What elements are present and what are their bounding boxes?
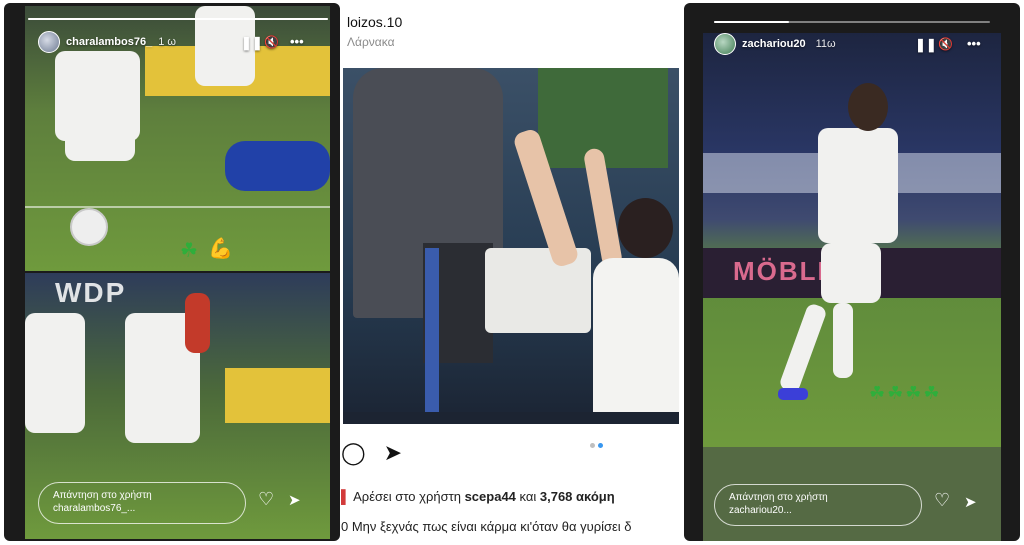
player-leg [833,303,853,378]
story-time: 1 ω [158,36,176,48]
story-progress-fill [714,21,789,23]
comment-icon[interactable]: ◯ [341,442,366,464]
player-white-shorts [65,121,135,161]
mute-icon[interactable]: 🔇 [264,35,279,49]
heart-icon[interactable]: ♡ [258,490,274,508]
instagram-post: loizos.10 Λάρνακα ◯ ➤ ▌ Αρέσει στο χρήστ… [341,0,681,545]
story-header[interactable]: charalambos76_ 1 ω [38,31,176,53]
football [70,208,108,246]
player-white-left [25,313,85,433]
reply-placeholder-line2: zachariou20... [729,505,792,516]
likes-prefix: Αρέσει στο χρήστη [353,489,465,504]
more-icon[interactable]: ••• [290,35,304,49]
story-header[interactable]: zachariou20 11ω [714,33,836,55]
story-username[interactable]: zachariou20 [742,38,806,50]
blue-flag-pole [425,248,439,418]
reply-input[interactable]: Απάντηση στο χρήστη zachariou20... [714,484,922,526]
story-progress-fill [28,18,328,20]
reply-placeholder-line1: Απάντηση στο χρήστη [729,492,828,503]
player-head [848,83,888,131]
post-location[interactable]: Λάρνακα [347,35,395,49]
player-white-shorts [821,243,881,303]
player-red [185,293,210,353]
screenshot-collage: ☘ 💪 WDP charalambos76_ 1 ω ❚❚ 🔇 ••• Απάν… [0,0,1024,545]
reply-placeholder-line1: Απάντηση στο χρήστη [53,490,152,501]
clover-sticker-icon: ☘☘☘☘ [869,383,942,403]
player-head [618,198,673,258]
post-caption: 0 Μην ξεχνάς πως είναι κάρμα κι'όταν θα … [341,519,681,534]
pause-icon[interactable]: ❚❚ [915,38,937,52]
likes-count[interactable]: 3,768 ακόμη [540,489,615,504]
field-line [25,206,330,208]
story-progress-bar [28,18,328,20]
player-white-jersey [818,128,898,243]
player-leg [778,302,828,394]
post-action-bar: ◯ ➤ [341,442,402,464]
send-icon[interactable]: ➤ [964,494,977,512]
player-white-jersey [593,258,679,424]
clover-sticker-icon: ☘ [180,240,198,262]
like-indicator: ▌ [341,489,351,504]
story-progress-bar [714,21,990,23]
heart-icon[interactable]: ♡ [934,491,950,509]
more-icon[interactable]: ••• [967,37,981,51]
post-likes[interactable]: ▌ Αρέσει στο χρήστη scepa44 και 3,768 ακ… [341,489,615,504]
carousel-indicator [590,443,603,448]
player-blue-diving [225,141,330,191]
story-time: 11ω [815,38,836,50]
avatar[interactable] [714,33,736,55]
reply-placeholder-line2: charalambos76_... [53,503,136,514]
right-story-panel[interactable]: MÖBLERS ☘☘☘☘ zachariou20 11ω ❚❚ 🔇 ••• Απ… [684,3,1020,541]
post-photo[interactable] [343,68,679,424]
likes-user[interactable]: scepa44 [465,489,516,504]
likes-mid: και [515,489,540,504]
stadium-banner [225,368,330,423]
reply-input[interactable]: Απάντηση στο χρήστη charalambos76_... [38,482,246,524]
carousel-dot-active[interactable] [598,443,603,448]
mute-icon[interactable]: 🔇 [938,37,953,51]
left-story-panel[interactable]: ☘ 💪 WDP charalambos76_ 1 ω ❚❚ 🔇 ••• Απάν… [4,3,340,541]
stand-bottom [343,412,679,424]
player-boot [778,388,808,400]
send-icon[interactable]: ➤ [288,492,301,510]
carousel-dot[interactable] [590,443,595,448]
story-username[interactable]: charalambos76_ [66,36,152,48]
share-icon[interactable]: ➤ [384,442,402,464]
story-photo: MÖBLERS ☘☘☘☘ [703,33,1001,447]
post-username[interactable]: loizos.10 [347,14,402,30]
caption-text: Μην ξεχνάς πως είναι κάρμα κι'όταν θα γυ… [348,519,632,534]
pause-icon[interactable]: ❚❚ [241,36,263,50]
flex-arm-sticker-icon: 💪 [208,238,233,260]
board-lettering: WDP [55,277,127,308]
avatar[interactable] [38,31,60,53]
